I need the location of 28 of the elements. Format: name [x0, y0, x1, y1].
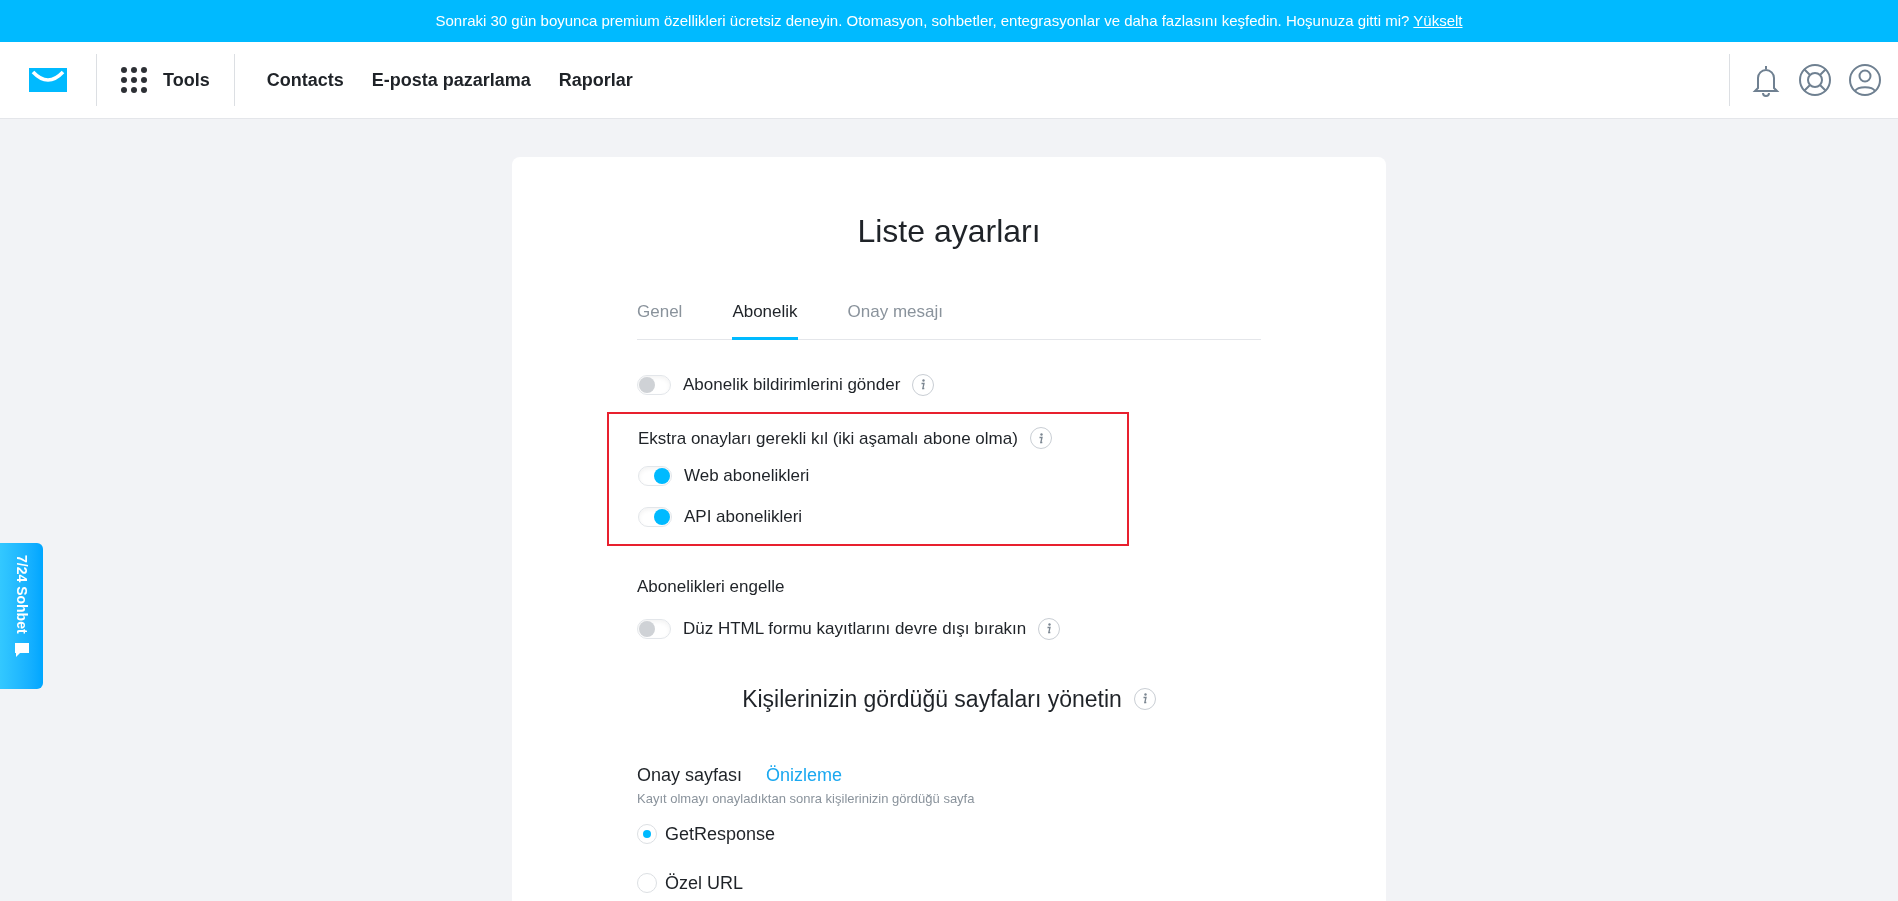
user-avatar-icon[interactable] — [1848, 63, 1882, 97]
toggle-switch[interactable] — [638, 507, 672, 527]
nav-link[interactable]: E-posta pazarlama — [371, 66, 531, 94]
section-heading: Ekstra onayları gerekli kıl (iki aşamalı abone olma) — [638, 427, 1018, 450]
field-label: Onay sayfası — [637, 764, 743, 787]
section-title: Kişilerinizin gördüğü sayfaları yönetin — [742, 684, 1122, 714]
toggle-label: API abonelikleri — [684, 506, 803, 529]
toggle-switch[interactable] — [637, 618, 671, 639]
logo-icon[interactable] — [29, 68, 67, 92]
bell-icon[interactable] — [1750, 63, 1782, 97]
nav-link[interactable]: Raporlar — [558, 66, 633, 94]
toggle-label: Düz HTML formu kayıtlarını devre dışı bırakın — [683, 617, 1027, 640]
page-title: Liste ayarları — [856, 212, 1042, 251]
toggle-switch[interactable] — [638, 466, 672, 486]
chat-bubble-icon — [13, 641, 30, 658]
hint-text: Kayıt olmayı onayladıktan sonra kişilerinizin gördüğü sayfa — [637, 790, 976, 808]
nav-link[interactable]: Contacts — [266, 66, 344, 94]
toggle-switch[interactable] — [637, 374, 671, 395]
toggle-label: Web abonelikleri — [684, 465, 810, 488]
tab[interactable]: Abonelik — [732, 299, 798, 340]
help-lifebuoy-icon[interactable] — [1798, 63, 1832, 97]
apps-grid-icon[interactable] — [121, 67, 147, 93]
radio-label: Özel URL — [665, 871, 744, 895]
radio-label: GetResponse — [665, 822, 776, 846]
toggle-label: Abonelik bildirimlerini gönder — [683, 373, 901, 396]
section-heading: Abonelikleri engelle — [637, 576, 786, 598]
tools-menu[interactable]: Tools — [163, 66, 210, 94]
banner-text: Sonraki 30 gün boyunca premium özellikleri ücretsiz deneyin. Otomasyon, sohbetler, entegrasyonlar ve daha fazlasını keşfedin. Hoşunuza gitti mi? — [435, 10, 1410, 31]
